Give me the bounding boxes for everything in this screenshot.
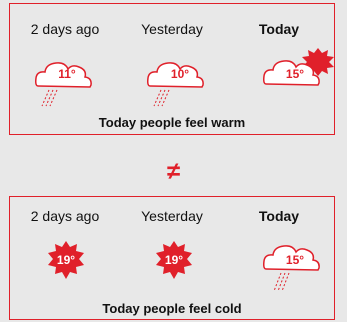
day-label-yesterday: Yesterday	[141, 21, 203, 37]
rain-cloud-icon	[147, 62, 204, 107]
not-equal-symbol: ≠	[166, 158, 181, 185]
temperature-yesterday: 19°	[164, 253, 184, 267]
day-label-2-days-ago: 2 days ago	[30, 21, 100, 37]
temperature-today: 15°	[285, 253, 305, 267]
temperature-yesterday: 10°	[170, 67, 190, 81]
temperature-today: 15°	[285, 67, 305, 81]
day-label-today: Today	[258, 21, 300, 37]
temperature-2-days-ago: 19°	[56, 253, 76, 267]
warm-scenario-panel: 2 days ago Yesterday Today 11° 10° 15° T…	[9, 3, 335, 135]
day-label-2-days-ago: 2 days ago	[30, 208, 100, 224]
warm-caption: Today people feel warm	[98, 115, 246, 130]
temperature-2-days-ago: 11°	[58, 67, 76, 81]
rain-cloud-icon	[35, 62, 92, 107]
cold-caption: Today people feel cold	[102, 301, 242, 316]
day-label-today: Today	[258, 208, 300, 224]
day-label-yesterday: Yesterday	[141, 208, 203, 224]
cold-scenario-panel: 2 days ago Yesterday Today 19° 19° 15° T…	[9, 196, 335, 320]
